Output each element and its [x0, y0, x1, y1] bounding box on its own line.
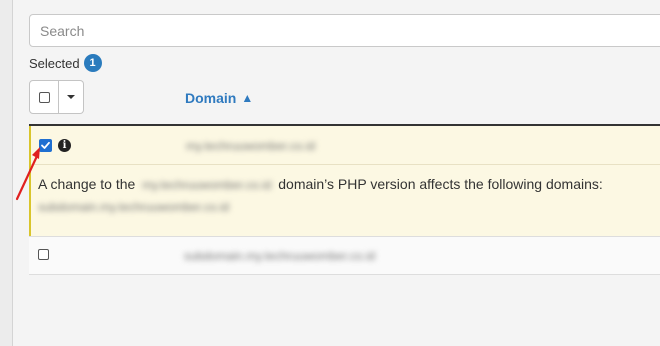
annotation-arrow-icon	[15, 147, 40, 201]
